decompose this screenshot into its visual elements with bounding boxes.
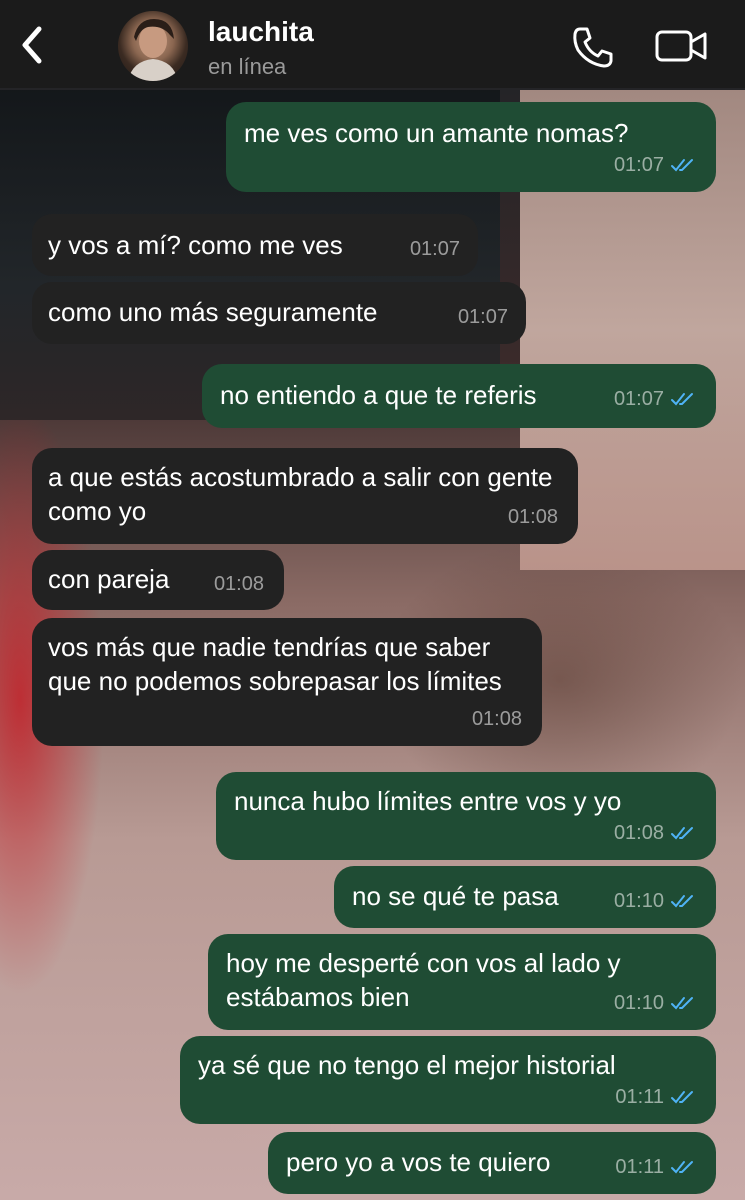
message-meta: 01:08 bbox=[472, 702, 522, 736]
message-bubble-outgoing[interactable]: hoy me desperté con vos al lado y estába… bbox=[208, 934, 716, 1030]
message-text: pero yo a vos te quiero bbox=[286, 1147, 551, 1177]
message-bubble-incoming[interactable]: vos más que nadie tendrías que saber que… bbox=[32, 618, 542, 746]
message-meta: 01:11 bbox=[615, 1150, 698, 1184]
message-text: como uno más seguramente bbox=[48, 297, 378, 327]
read-receipt-icon bbox=[671, 1091, 693, 1104]
contact-status: en línea bbox=[208, 54, 287, 79]
message-bubble-incoming[interactable]: como uno más seguramente 01:07 bbox=[32, 282, 526, 344]
message-time: 01:07 bbox=[613, 388, 664, 410]
message-time: 01:08 bbox=[613, 822, 664, 844]
message-time: 01:07 bbox=[457, 306, 508, 328]
phone-icon bbox=[573, 27, 613, 68]
message-text: nunca hubo límites entre vos y yo bbox=[234, 786, 622, 816]
message-bubble-incoming[interactable]: y vos a mí? como me ves 01:07 bbox=[32, 214, 478, 276]
message-bubble-outgoing[interactable]: nunca hubo límites entre vos y yo 01:08 bbox=[216, 772, 716, 860]
back-button[interactable] bbox=[12, 22, 52, 68]
message-meta: 01:07 bbox=[458, 300, 508, 334]
read-receipt-icon bbox=[671, 1161, 693, 1174]
message-meta: 01:08 bbox=[614, 816, 698, 850]
contact-name[interactable]: lauchita bbox=[208, 16, 314, 48]
read-receipt-icon bbox=[671, 393, 693, 406]
message-bubble-outgoing[interactable]: me ves como un amante nomas? 01:07 bbox=[226, 102, 716, 192]
message-text: vos más que nadie tendrías que saber que… bbox=[48, 632, 502, 696]
message-time: 01:10 bbox=[613, 890, 664, 912]
message-text: no se qué te pasa bbox=[352, 881, 559, 911]
message-bubble-incoming[interactable]: con pareja 01:08 bbox=[32, 550, 284, 610]
chevron-left-icon bbox=[22, 26, 42, 64]
message-bubble-outgoing[interactable]: no se qué te pasa 01:10 bbox=[334, 866, 716, 928]
message-meta: 01:08 bbox=[508, 500, 558, 534]
message-text: a que estás acostumbrado a salir con gen… bbox=[48, 462, 553, 526]
message-bubble-outgoing[interactable]: ya sé que no tengo el mejor historial 01… bbox=[180, 1036, 716, 1124]
message-text: con pareja bbox=[48, 564, 170, 594]
message-text: ya sé que no tengo el mejor historial bbox=[198, 1050, 616, 1080]
video-call-button[interactable] bbox=[654, 26, 710, 66]
message-meta: 01:10 bbox=[614, 986, 698, 1020]
message-time: 01:07 bbox=[613, 154, 664, 176]
message-meta: 01:07 bbox=[614, 148, 698, 182]
message-time: 01:08 bbox=[471, 708, 522, 730]
call-button[interactable] bbox=[570, 24, 616, 70]
message-bubble-incoming[interactable]: a que estás acostumbrado a salir con gen… bbox=[32, 448, 578, 544]
read-receipt-icon bbox=[671, 997, 693, 1010]
message-meta: 01:08 bbox=[214, 567, 264, 601]
message-time: 01:11 bbox=[615, 1086, 664, 1108]
read-receipt-icon bbox=[671, 827, 693, 840]
message-bubble-outgoing[interactable]: pero yo a vos te quiero 01:11 bbox=[268, 1132, 716, 1194]
message-meta: 01:07 bbox=[410, 232, 460, 266]
chat-header: lauchita en línea bbox=[0, 0, 745, 88]
message-text: me ves como un amante nomas? bbox=[244, 118, 629, 148]
message-meta: 01:07 bbox=[614, 382, 698, 416]
avatar-image bbox=[128, 19, 178, 81]
message-time: 01:11 bbox=[615, 1156, 664, 1178]
message-time: 01:07 bbox=[409, 238, 460, 260]
message-time: 01:08 bbox=[213, 573, 264, 595]
message-time: 01:08 bbox=[507, 506, 558, 528]
message-time: 01:10 bbox=[613, 992, 664, 1014]
message-meta: 01:10 bbox=[614, 884, 698, 918]
read-receipt-icon bbox=[671, 895, 693, 908]
read-receipt-icon bbox=[671, 159, 693, 172]
avatar[interactable] bbox=[118, 11, 188, 81]
message-bubble-outgoing[interactable]: no entiendo a que te referis 01:07 bbox=[202, 364, 716, 428]
message-text: y vos a mí? como me ves bbox=[48, 230, 343, 260]
message-meta: 01:11 bbox=[615, 1080, 698, 1114]
message-text: no entiendo a que te referis bbox=[220, 380, 537, 410]
video-camera-icon bbox=[655, 30, 707, 62]
